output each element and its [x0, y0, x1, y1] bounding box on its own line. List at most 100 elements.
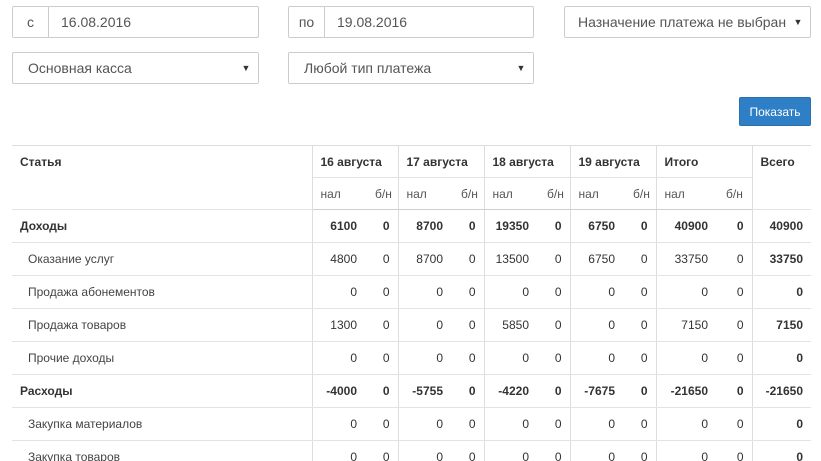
cell-cash: 40900 [656, 209, 716, 243]
cell-noncash: 0 [623, 440, 657, 461]
row-item-name: Оказание услуг [12, 242, 313, 276]
show-button[interactable]: Показать [739, 97, 811, 126]
cell-noncash: 0 [365, 209, 399, 243]
cell-cash: 0 [570, 440, 623, 461]
payment-type-value: Любой тип платежа [304, 60, 432, 76]
cell-total: -21650 [752, 374, 811, 408]
cell-noncash: 0 [537, 440, 571, 461]
chevron-down-icon: ▼ [509, 53, 533, 83]
cell-noncash: 0 [716, 209, 753, 243]
cell-cash: 0 [570, 407, 623, 441]
subheader-cash: нал [398, 177, 451, 210]
payment-type-select[interactable]: Любой тип платежа ▼ [288, 52, 534, 84]
cell-cash: 0 [484, 341, 537, 375]
table-row: Продажа абонементов 0 0 0 0 0 0 0 0 0 0 0 [12, 275, 811, 309]
cell-cash: 33750 [656, 242, 716, 276]
date-from-input[interactable]: 16.08.2016 [49, 7, 258, 37]
payment-purpose-select[interactable]: Назначение платежа не выбран ▼ [564, 6, 811, 38]
subheader-cash: нал [484, 177, 537, 210]
category-row: Расходы -4000 0 -5755 0 -4220 0 -7675 0 -21650 0 -2… [12, 374, 811, 408]
cell-cash: 0 [398, 275, 451, 309]
table-row: Оказание услуг 4800 0 8700 0 13500 0 6750 0 33750… [12, 242, 811, 276]
cell-noncash: 0 [716, 242, 753, 276]
header-total: Всего [752, 145, 811, 210]
cell-noncash: 0 [365, 341, 399, 375]
header-subtotal: Итого [656, 145, 753, 178]
cell-noncash: 0 [451, 242, 485, 276]
subheader-noncash: б/н [537, 177, 571, 210]
row-item-name: Доходы [12, 209, 313, 243]
cell-total: 0 [752, 407, 811, 441]
cell-noncash: 0 [451, 407, 485, 441]
cell-noncash: 0 [716, 308, 753, 342]
subheader-noncash: б/н [716, 177, 753, 210]
date-to-input[interactable]: 19.08.2016 [325, 7, 533, 37]
cell-noncash: 0 [365, 407, 399, 441]
table-row: Закупка материалов 0 0 0 0 0 0 0 0 0 0 0 [12, 407, 811, 441]
cell-noncash: 0 [451, 374, 485, 408]
cell-total: 33750 [752, 242, 811, 276]
cell-cash: 0 [656, 440, 716, 461]
cell-noncash: 0 [623, 242, 657, 276]
row-item-name: Продажа абонементов [12, 275, 313, 309]
table-row: Прочие доходы 0 0 0 0 0 0 0 0 0 0 0 [12, 341, 811, 375]
cell-cash: -5755 [398, 374, 451, 408]
header-day-4: 19 августа [570, 145, 657, 178]
cell-noncash: 0 [716, 440, 753, 461]
cell-noncash: 0 [365, 242, 399, 276]
date-from-label: с [13, 7, 49, 37]
cell-noncash: 0 [623, 275, 657, 309]
table-row: Продажа товаров 1300 0 0 0 5850 0 0 0 7150 0 7150 [12, 308, 811, 342]
cell-cash: 0 [656, 275, 716, 309]
row-item-name: Расходы [12, 374, 313, 408]
cell-cash: -7675 [570, 374, 623, 408]
category-row: Доходы 6100 0 8700 0 19350 0 6750 0 40900 0 40900 [12, 209, 811, 243]
cell-cash: 13500 [484, 242, 537, 276]
header-day-2: 17 августа [398, 145, 485, 178]
cell-cash: 0 [656, 341, 716, 375]
cell-noncash: 0 [716, 374, 753, 408]
cell-noncash: 0 [537, 275, 571, 309]
payment-purpose-value: Назначение платежа не выбран [578, 14, 787, 30]
cell-noncash: 0 [537, 341, 571, 375]
cell-noncash: 0 [623, 374, 657, 408]
cell-cash: 0 [312, 440, 365, 461]
report-table: Статья 16 августа 17 августа 18 августа … [12, 145, 811, 461]
cell-cash: 0 [398, 308, 451, 342]
cell-noncash: 0 [451, 341, 485, 375]
cell-noncash: 0 [451, 308, 485, 342]
cell-noncash: 0 [537, 209, 571, 243]
cell-cash: -4220 [484, 374, 537, 408]
cell-cash: 0 [570, 341, 623, 375]
subheader-cash: нал [656, 177, 716, 210]
cell-total: 40900 [752, 209, 811, 243]
row-item-name: Закупка товаров [12, 440, 313, 461]
cash-desk-select[interactable]: Основная касса ▼ [12, 52, 259, 84]
cell-total: 0 [752, 440, 811, 461]
cell-noncash: 0 [365, 440, 399, 461]
cell-cash: 5850 [484, 308, 537, 342]
cell-noncash: 0 [716, 275, 753, 309]
cell-cash: 1300 [312, 308, 365, 342]
cell-cash: 7150 [656, 308, 716, 342]
cell-noncash: 0 [537, 407, 571, 441]
chevron-down-icon: ▼ [234, 53, 258, 83]
subheader-noncash: б/н [623, 177, 657, 210]
cell-noncash: 0 [365, 308, 399, 342]
cell-total: 0 [752, 275, 811, 309]
cell-cash: 0 [398, 341, 451, 375]
cell-cash: 8700 [398, 242, 451, 276]
cell-cash: 6750 [570, 242, 623, 276]
cell-noncash: 0 [537, 374, 571, 408]
cell-cash: 0 [570, 275, 623, 309]
subheader-cash: нал [312, 177, 365, 210]
table-row: Закупка товаров 0 0 0 0 0 0 0 0 0 0 0 [12, 440, 811, 461]
header-item: Статья [12, 145, 313, 210]
cell-noncash: 0 [365, 275, 399, 309]
cell-noncash: 0 [623, 209, 657, 243]
cell-cash: 0 [484, 275, 537, 309]
subheader-cash: нал [570, 177, 623, 210]
date-to-group: по 19.08.2016 [288, 6, 534, 38]
header-day-1: 16 августа [312, 145, 399, 178]
cash-desk-value: Основная касса [28, 60, 132, 76]
